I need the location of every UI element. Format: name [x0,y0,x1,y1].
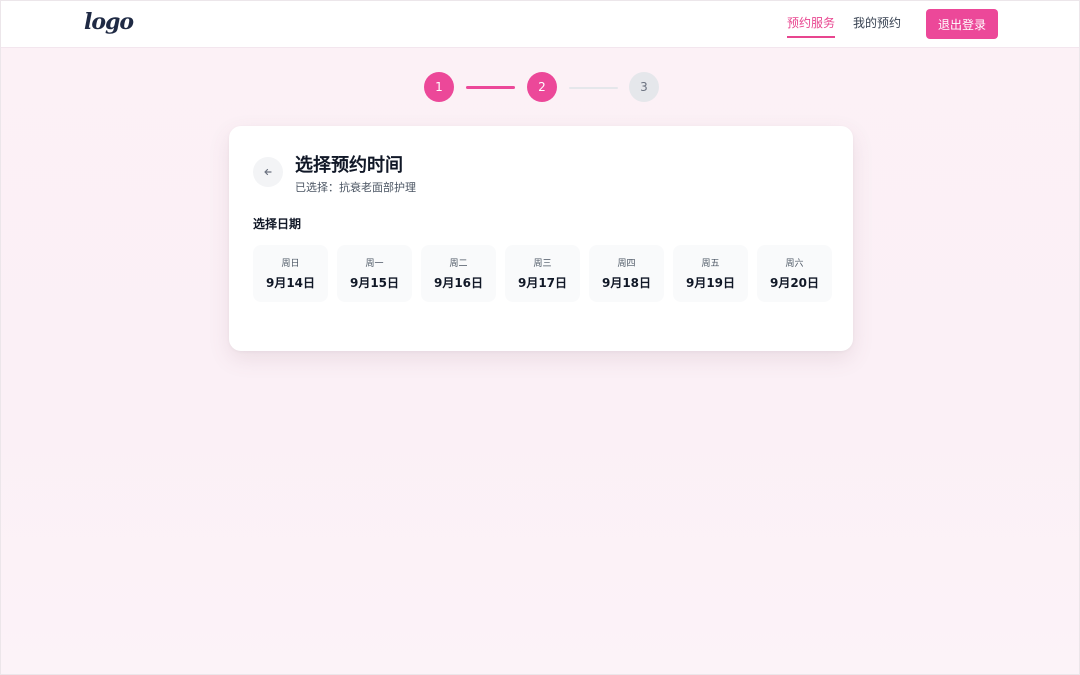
date-day: 9月20日 [769,276,820,290]
step-connector-2 [569,87,618,89]
date-weekday: 周一 [365,259,384,269]
date-day: 9月16日 [433,276,484,290]
date-option[interactable]: 周六 9月20日 [757,245,832,302]
date-weekday: 周六 [785,259,804,269]
step-3: 3 [629,72,659,102]
step-1: 1 [424,72,454,102]
selected-service-text: 已选择：抗衰老面部护理 [295,181,416,194]
nav-booking-services[interactable]: 预约服务 [787,14,836,38]
date-day: 9月14日 [265,276,316,290]
step-2: 2 [527,72,557,102]
date-option[interactable]: 周二 9月16日 [421,245,496,302]
step-connector-1 [466,86,515,89]
back-button[interactable] [253,157,283,187]
logo[interactable]: logo [84,9,134,35]
date-day: 9月15日 [349,276,400,290]
date-day: 9月19日 [685,276,736,290]
date-option[interactable]: 周一 9月15日 [337,245,412,302]
date-weekday: 周二 [449,259,468,269]
date-option[interactable]: 周日 9月14日 [253,245,328,302]
date-day: 9月17日 [517,276,568,290]
date-weekday: 周日 [281,259,300,269]
nav-my-bookings[interactable]: 我的预约 [853,14,901,31]
date-option[interactable]: 周三 9月17日 [505,245,580,302]
date-weekday: 周五 [701,259,720,269]
logout-button[interactable]: 退出登录 [926,9,998,39]
date-weekday: 周三 [533,259,552,269]
date-list: 周日 9月14日 周一 9月15日 周二 9月16日 周三 9月17日 周四 9… [253,245,832,302]
page-title: 选择预约时间 [295,155,403,176]
date-day: 9月18日 [601,276,652,290]
time-selection-card: 选择预约时间 已选择：抗衰老面部护理 选择日期 周日 9月14日 周一 9月15… [229,126,853,351]
arrow-left-icon [264,168,272,176]
date-option[interactable]: 周四 9月18日 [589,245,664,302]
date-option[interactable]: 周五 9月19日 [673,245,748,302]
top-header: logo 预约服务 我的预约 退出登录 [0,0,1080,48]
date-weekday: 周四 [617,259,636,269]
date-section-title: 选择日期 [253,217,302,231]
